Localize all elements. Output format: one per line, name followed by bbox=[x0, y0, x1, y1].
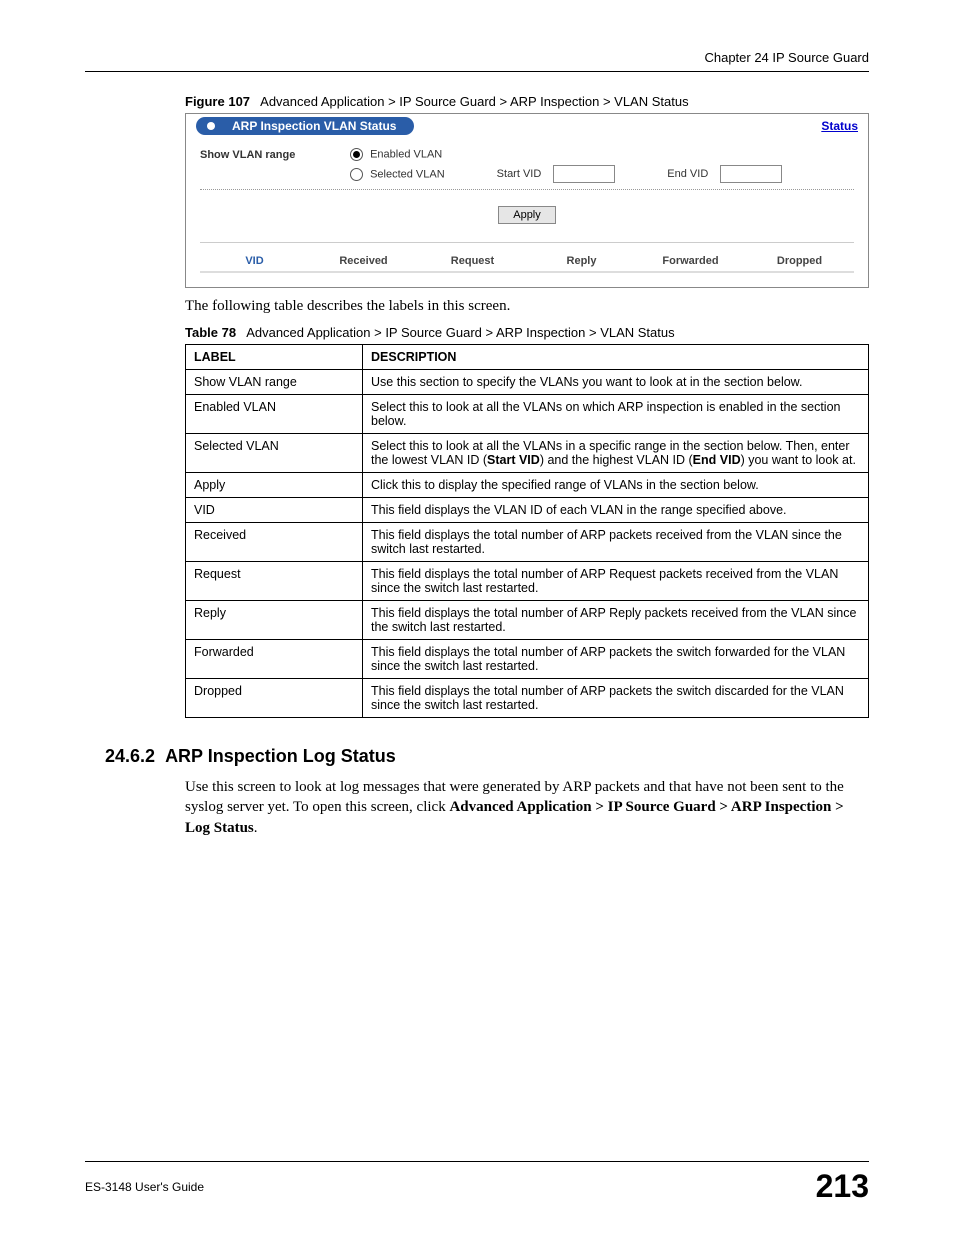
col-dropped: Dropped bbox=[745, 255, 854, 267]
show-vlan-range-label: Show VLAN range bbox=[200, 149, 350, 161]
cell-label: Apply bbox=[186, 473, 363, 498]
enabled-vlan-radio[interactable] bbox=[350, 148, 363, 161]
header-divider bbox=[85, 71, 869, 72]
cell-label: Selected VLAN bbox=[186, 434, 363, 473]
table-row: VID This field displays the VLAN ID of e… bbox=[186, 498, 869, 523]
section-number: 24.6.2 bbox=[105, 746, 155, 766]
cell-label: Enabled VLAN bbox=[186, 395, 363, 434]
intro-paragraph: The following table describes the labels… bbox=[185, 298, 869, 315]
col-reply: Reply bbox=[527, 255, 636, 267]
status-link[interactable]: Status bbox=[821, 119, 858, 133]
selected-vlan-label: Selected VLAN bbox=[370, 168, 445, 180]
table-row: Show VLAN range Use this section to spec… bbox=[186, 370, 869, 395]
footer-divider bbox=[85, 1161, 869, 1162]
footer-left-text: ES-3148 User's Guide bbox=[85, 1180, 204, 1194]
page-header: Chapter 24 IP Source Guard bbox=[85, 50, 869, 71]
page-footer: ES-3148 User's Guide 213 bbox=[85, 1154, 869, 1205]
end-vid-input[interactable] bbox=[720, 165, 782, 183]
figure-label: Figure 107 bbox=[185, 94, 250, 109]
cell-desc: This field displays the total number of … bbox=[363, 562, 869, 601]
cell-desc: This field displays the total number of … bbox=[363, 601, 869, 640]
table-row: Reply This field displays the total numb… bbox=[186, 601, 869, 640]
table-row: Selected VLAN Select this to look at all… bbox=[186, 434, 869, 473]
result-divider bbox=[200, 271, 854, 273]
cell-label: Forwarded bbox=[186, 640, 363, 679]
panel-title-icon bbox=[196, 117, 226, 135]
cell-desc: This field displays the VLAN ID of each … bbox=[363, 498, 869, 523]
end-vid-label: End VID bbox=[667, 168, 708, 180]
table-row: Forwarded This field displays the total … bbox=[186, 640, 869, 679]
cell-label: VID bbox=[186, 498, 363, 523]
panel-title-text: ARP Inspection VLAN Status bbox=[226, 117, 414, 135]
figure-caption-text: Advanced Application > IP Source Guard >… bbox=[260, 94, 688, 109]
desc-part: ) you want to look at. bbox=[741, 453, 856, 467]
figure-caption: Figure 107 Advanced Application > IP Sou… bbox=[185, 94, 869, 109]
cell-desc: This field displays the total number of … bbox=[363, 679, 869, 718]
th-label: LABEL bbox=[186, 345, 363, 370]
cell-label: Dropped bbox=[186, 679, 363, 718]
start-vid-input[interactable] bbox=[553, 165, 615, 183]
desc-bold: Start VID bbox=[487, 453, 540, 467]
section-heading: 24.6.2 ARP Inspection Log Status bbox=[105, 746, 869, 767]
header-text: Chapter 24 IP Source Guard bbox=[704, 50, 869, 65]
start-vid-label: Start VID bbox=[497, 168, 542, 180]
cell-label: Received bbox=[186, 523, 363, 562]
section-text: . bbox=[254, 820, 258, 836]
table-row: Received This field displays the total n… bbox=[186, 523, 869, 562]
col-forwarded: Forwarded bbox=[636, 255, 745, 267]
desc-part: ) and the highest VLAN ID ( bbox=[540, 453, 693, 467]
cell-label: Request bbox=[186, 562, 363, 601]
col-request: Request bbox=[418, 255, 527, 267]
page-number: 213 bbox=[816, 1168, 869, 1205]
section-title: ARP Inspection Log Status bbox=[165, 746, 396, 766]
table-caption: Table 78 Advanced Application > IP Sourc… bbox=[185, 325, 869, 340]
desc-bold: End VID bbox=[693, 453, 741, 467]
cell-desc: Select this to look at all the VLANs on … bbox=[363, 395, 869, 434]
table-row: Apply Click this to display the specifie… bbox=[186, 473, 869, 498]
table-row: Dropped This field displays the total nu… bbox=[186, 679, 869, 718]
cell-desc: This field displays the total number of … bbox=[363, 523, 869, 562]
table-label: Table 78 bbox=[185, 325, 236, 340]
cell-desc: Select this to look at all the VLANs in … bbox=[363, 434, 869, 473]
table-row: Request This field displays the total nu… bbox=[186, 562, 869, 601]
section-paragraph: Use this screen to look at log messages … bbox=[185, 777, 869, 838]
panel-divider bbox=[200, 242, 854, 243]
cell-label: Show VLAN range bbox=[186, 370, 363, 395]
col-vid: VID bbox=[200, 255, 309, 267]
arp-vlan-status-panel: ARP Inspection VLAN Status Status Show V… bbox=[185, 113, 869, 288]
cell-desc: This field displays the total number of … bbox=[363, 640, 869, 679]
selected-vlan-radio[interactable] bbox=[350, 168, 363, 181]
col-received: Received bbox=[309, 255, 418, 267]
th-description: DESCRIPTION bbox=[363, 345, 869, 370]
cell-desc: Use this section to specify the VLANs yo… bbox=[363, 370, 869, 395]
cell-label: Reply bbox=[186, 601, 363, 640]
label-description-table: LABEL DESCRIPTION Show VLAN range Use th… bbox=[185, 344, 869, 718]
result-columns-header: VID Received Request Reply Forwarded Dro… bbox=[200, 249, 854, 269]
panel-title: ARP Inspection VLAN Status bbox=[196, 117, 414, 135]
apply-button[interactable]: Apply bbox=[498, 206, 556, 224]
enabled-vlan-label: Enabled VLAN bbox=[370, 148, 442, 160]
cell-desc: Click this to display the specified rang… bbox=[363, 473, 869, 498]
table-caption-text: Advanced Application > IP Source Guard >… bbox=[246, 325, 674, 340]
table-row: Enabled VLAN Select this to look at all … bbox=[186, 395, 869, 434]
